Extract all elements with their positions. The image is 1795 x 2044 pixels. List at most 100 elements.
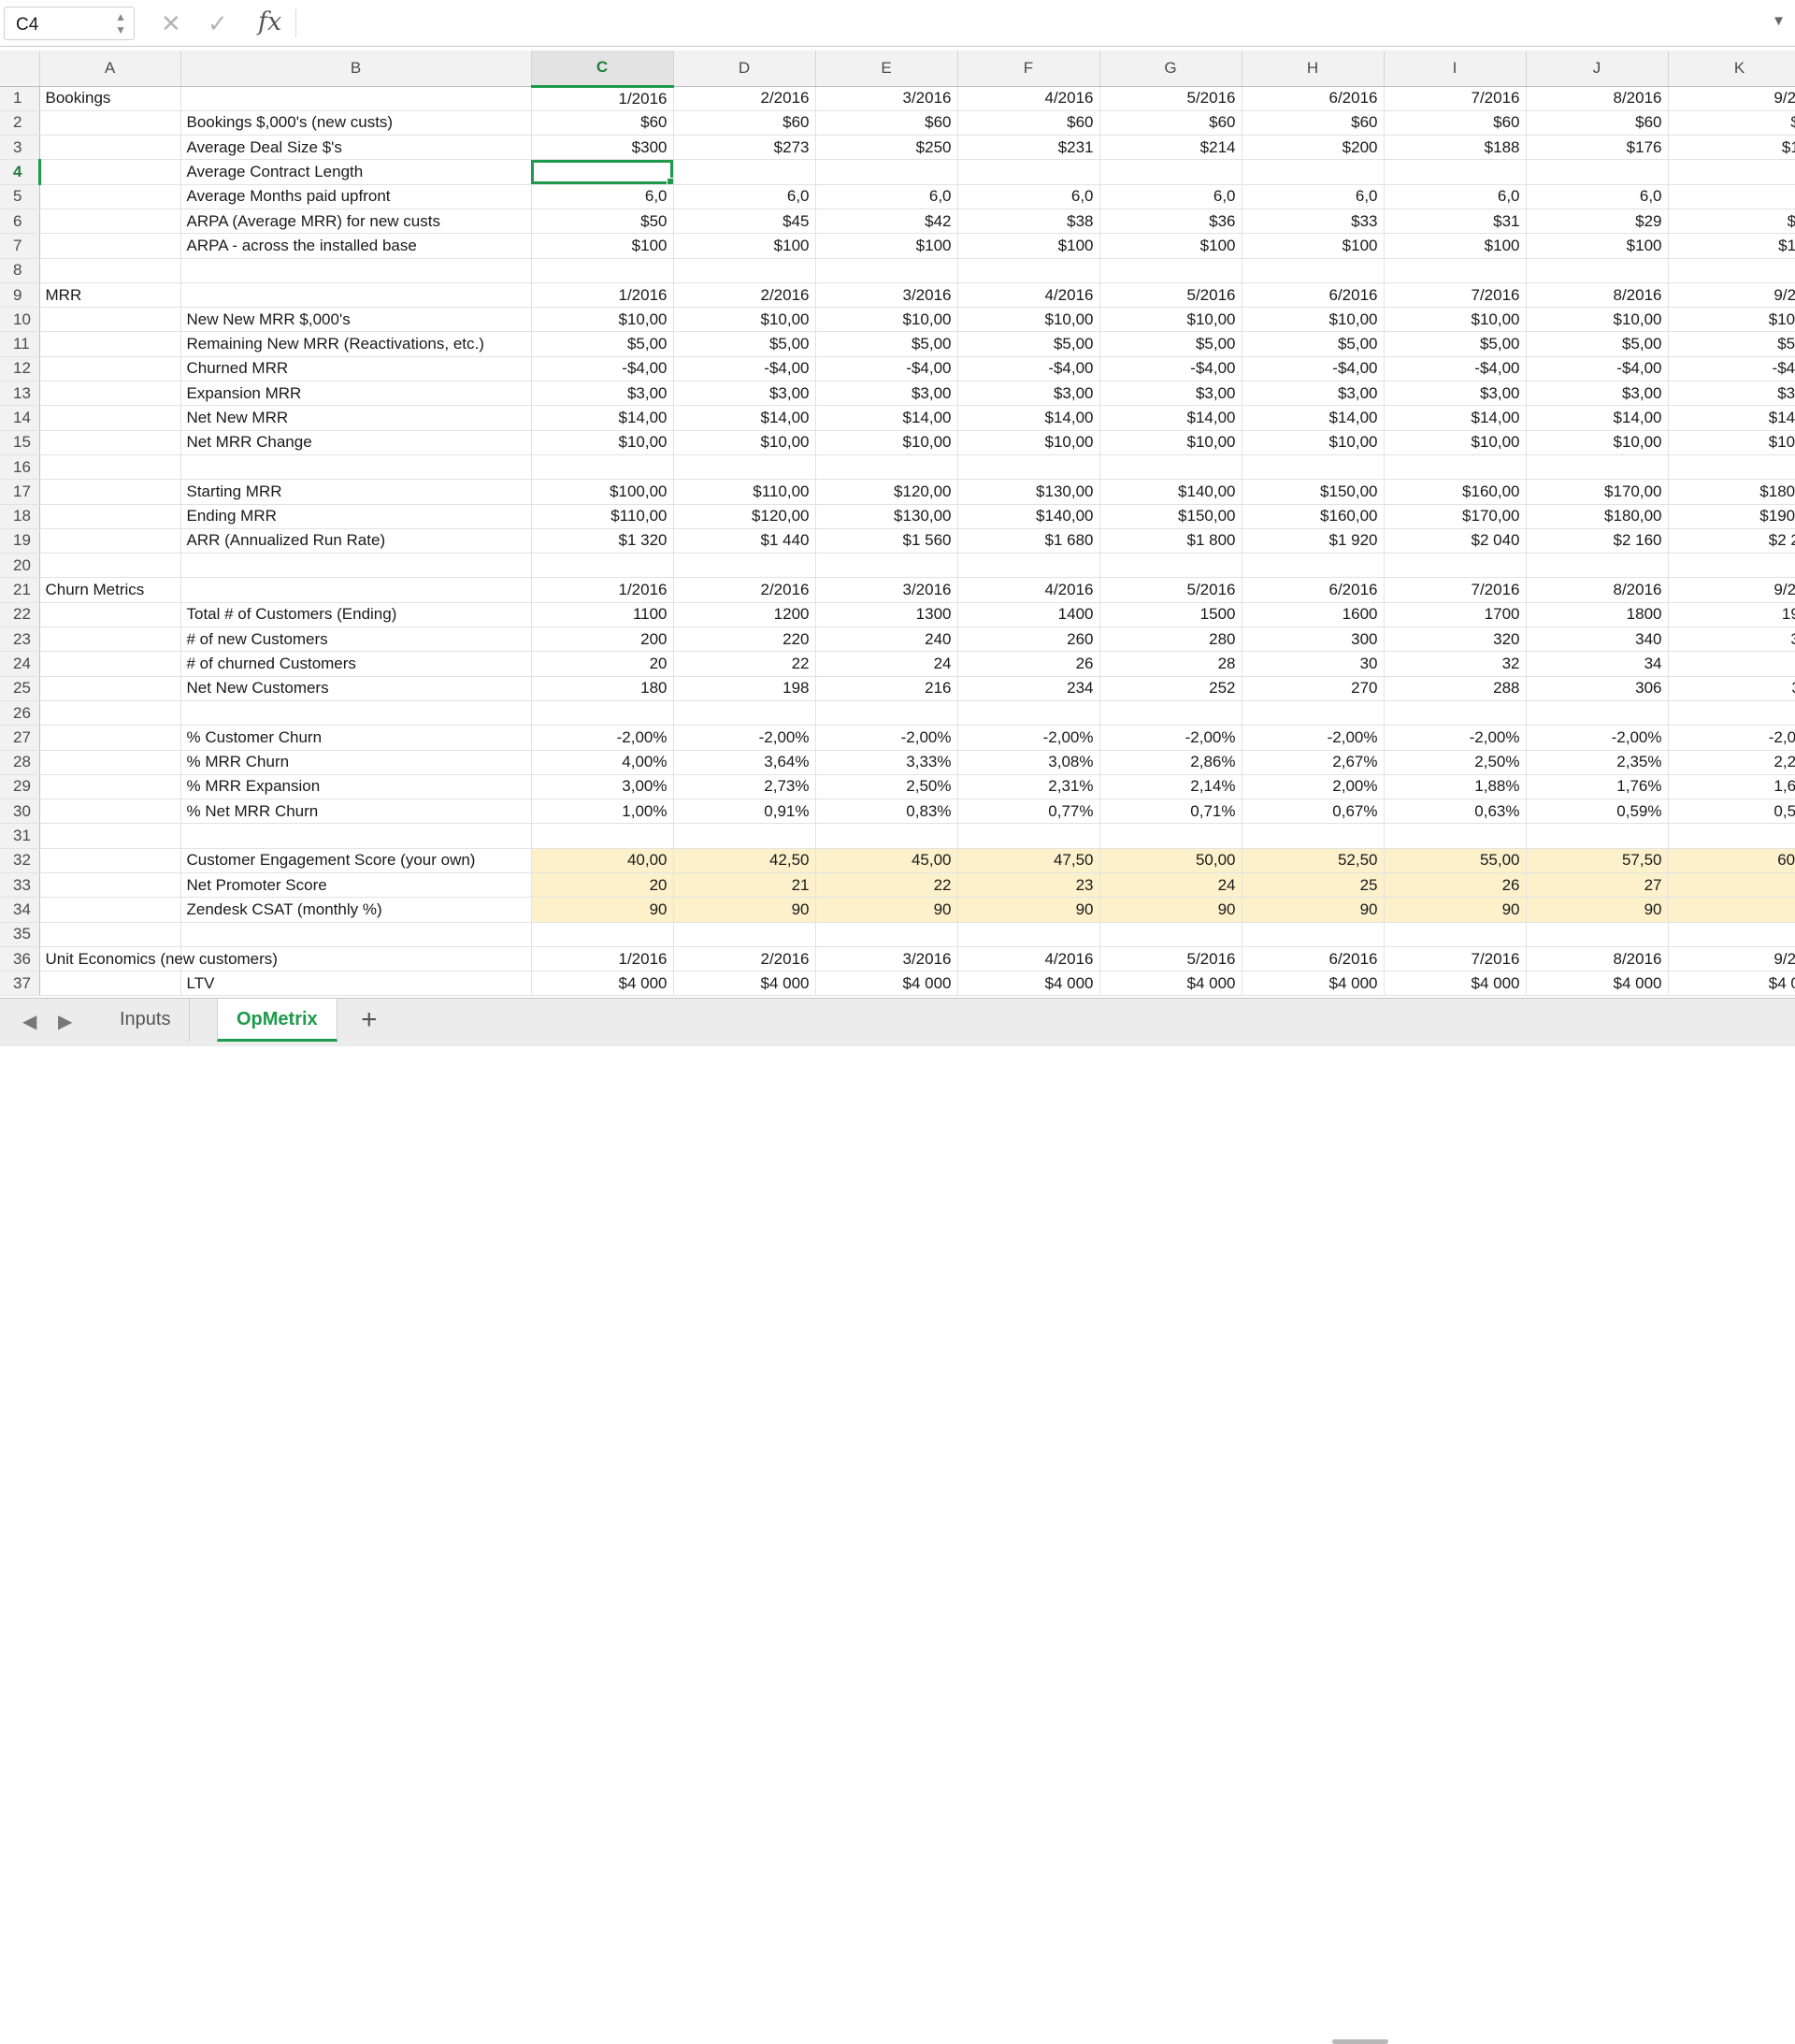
metric-label-cell[interactable]: Expansion MRR <box>180 381 532 407</box>
row-header[interactable]: 34 <box>0 897 40 923</box>
value-cell[interactable]: 3,64% <box>673 750 816 775</box>
value-cell[interactable]: $4 000 <box>957 971 1100 997</box>
value-cell[interactable]: $170,00 <box>1384 504 1527 529</box>
value-cell[interactable]: $100 <box>1242 233 1385 259</box>
value-cell[interactable]: 3/2016 <box>815 86 958 111</box>
value-cell[interactable]: 50,00 <box>1099 848 1242 874</box>
confirm-icon[interactable]: ✓ <box>208 9 228 38</box>
value-cell[interactable]: 2,22 <box>1668 750 1795 775</box>
row-header[interactable]: 37 <box>0 971 40 997</box>
value-cell[interactable]: $10,00 <box>815 430 958 455</box>
active-cell[interactable] <box>531 159 674 185</box>
value-cell[interactable]: 55,00 <box>1384 848 1527 874</box>
value-cell[interactable]: 2,35% <box>1526 750 1669 775</box>
value-cell[interactable]: 4/2016 <box>957 577 1100 603</box>
metric-label-cell[interactable]: % MRR Expansion <box>180 774 532 800</box>
value-cell[interactable]: $1 800 <box>1099 528 1242 554</box>
value-cell[interactable]: 200 <box>531 626 674 653</box>
value-cell[interactable] <box>1099 454 1242 481</box>
metric-label-cell[interactable] <box>180 823 532 849</box>
section-label-cell[interactable] <box>39 848 181 874</box>
value-cell[interactable] <box>1668 258 1795 283</box>
value-cell[interactable]: $140,00 <box>1099 479 1242 505</box>
select-all-corner[interactable] <box>0 50 40 87</box>
value-cell[interactable] <box>957 258 1100 283</box>
metric-label-cell[interactable]: Bookings $,000's (new custs) <box>180 110 532 137</box>
metric-label-cell[interactable]: Net New Customers <box>180 676 532 701</box>
section-label-cell[interactable]: MRR <box>39 282 181 309</box>
section-label-cell[interactable] <box>39 479 181 505</box>
column-header-j[interactable]: J <box>1526 50 1669 87</box>
value-cell[interactable]: 288 <box>1384 676 1527 701</box>
value-cell[interactable] <box>1242 700 1385 727</box>
value-cell[interactable]: 9/20 <box>1668 86 1795 111</box>
value-cell[interactable]: 2/2016 <box>673 282 816 309</box>
value-cell[interactable]: $120,00 <box>815 479 958 505</box>
value-cell[interactable]: $300 <box>531 135 674 161</box>
value-cell[interactable] <box>673 823 816 849</box>
value-cell[interactable] <box>1099 823 1242 849</box>
metric-label-cell[interactable]: Net New MRR <box>180 405 532 431</box>
value-cell[interactable]: $110,00 <box>531 504 674 529</box>
value-cell[interactable]: 7/2016 <box>1384 86 1527 111</box>
value-cell[interactable]: 3/2016 <box>815 577 958 603</box>
value-cell[interactable]: 320 <box>1384 626 1527 653</box>
row-header[interactable]: 26 <box>0 700 40 727</box>
value-cell[interactable]: $4 000 <box>1526 971 1669 997</box>
value-cell[interactable]: 6,0 <box>1384 184 1527 209</box>
section-label-cell[interactable] <box>39 799 181 825</box>
value-cell[interactable]: 4/2016 <box>957 946 1100 972</box>
section-label-cell[interactable] <box>39 602 181 628</box>
value-cell[interactable]: $10,( <box>1668 307 1795 333</box>
value-cell[interactable]: $14,00 <box>673 405 816 431</box>
value-cell[interactable] <box>1099 159 1242 185</box>
value-cell[interactable] <box>1242 553 1385 579</box>
value-cell[interactable]: 2/2016 <box>673 946 816 972</box>
value-cell[interactable]: 90 <box>673 897 816 923</box>
value-cell[interactable]: 0,83% <box>815 799 958 825</box>
row-header[interactable]: 7 <box>0 233 40 259</box>
row-header[interactable]: 5 <box>0 184 40 209</box>
value-cell[interactable]: $60 <box>531 110 674 137</box>
value-cell[interactable]: $188 <box>1384 135 1527 161</box>
metric-label-cell[interactable]: Customer Engagement Score (your own) <box>180 848 532 874</box>
value-cell[interactable] <box>1384 700 1527 727</box>
value-cell[interactable]: $4 0( <box>1668 971 1795 997</box>
value-cell[interactable]: $38 <box>957 209 1100 235</box>
value-cell[interactable] <box>1668 159 1795 185</box>
value-cell[interactable]: 2,50% <box>815 774 958 800</box>
value-cell[interactable]: 1/2016 <box>531 282 674 309</box>
row-header[interactable]: 16 <box>0 454 40 481</box>
value-cell[interactable]: 6/2016 <box>1242 282 1385 309</box>
row-header[interactable]: 4 <box>0 159 41 185</box>
value-cell[interactable] <box>1242 258 1385 283</box>
value-cell[interactable]: 32 <box>1384 651 1527 677</box>
column-header-a[interactable]: A <box>39 50 181 87</box>
value-cell[interactable]: $100 <box>1384 233 1527 259</box>
previous-sheet-icon[interactable]: ◀ <box>22 1010 36 1033</box>
horizontal-scrollbar[interactable] <box>1332 2039 1388 2044</box>
value-cell[interactable]: $1( <box>1668 135 1795 161</box>
value-cell[interactable]: 1200 <box>673 602 816 628</box>
value-cell[interactable]: 6,0 <box>1099 184 1242 209</box>
value-cell[interactable]: $60 <box>1526 110 1669 137</box>
value-cell[interactable]: $10,00 <box>1242 307 1385 333</box>
value-cell[interactable] <box>1384 823 1527 849</box>
metric-label-cell[interactable] <box>180 258 532 283</box>
value-cell[interactable]: 90 <box>957 897 1100 923</box>
value-cell[interactable]: $60 <box>957 110 1100 137</box>
section-label-cell[interactable] <box>39 184 181 209</box>
value-cell[interactable]: 6,0 <box>531 184 674 209</box>
value-cell[interactable]: -$4,00 <box>1526 356 1669 382</box>
value-cell[interactable]: $10,00 <box>1099 430 1242 455</box>
value-cell[interactable]: -2,00% <box>1384 725 1527 751</box>
metric-label-cell[interactable]: Total # of Customers (Ending) <box>180 602 532 628</box>
value-cell[interactable]: $10,00 <box>673 430 816 455</box>
value-cell[interactable]: 24 <box>1099 872 1242 899</box>
value-cell[interactable]: 0,77% <box>957 799 1100 825</box>
value-cell[interactable]: 0,67% <box>1242 799 1385 825</box>
value-cell[interactable]: 26 <box>1384 872 1527 899</box>
row-header[interactable]: 19 <box>0 528 40 554</box>
value-cell[interactable] <box>1242 159 1385 185</box>
section-label-cell[interactable] <box>39 700 181 727</box>
